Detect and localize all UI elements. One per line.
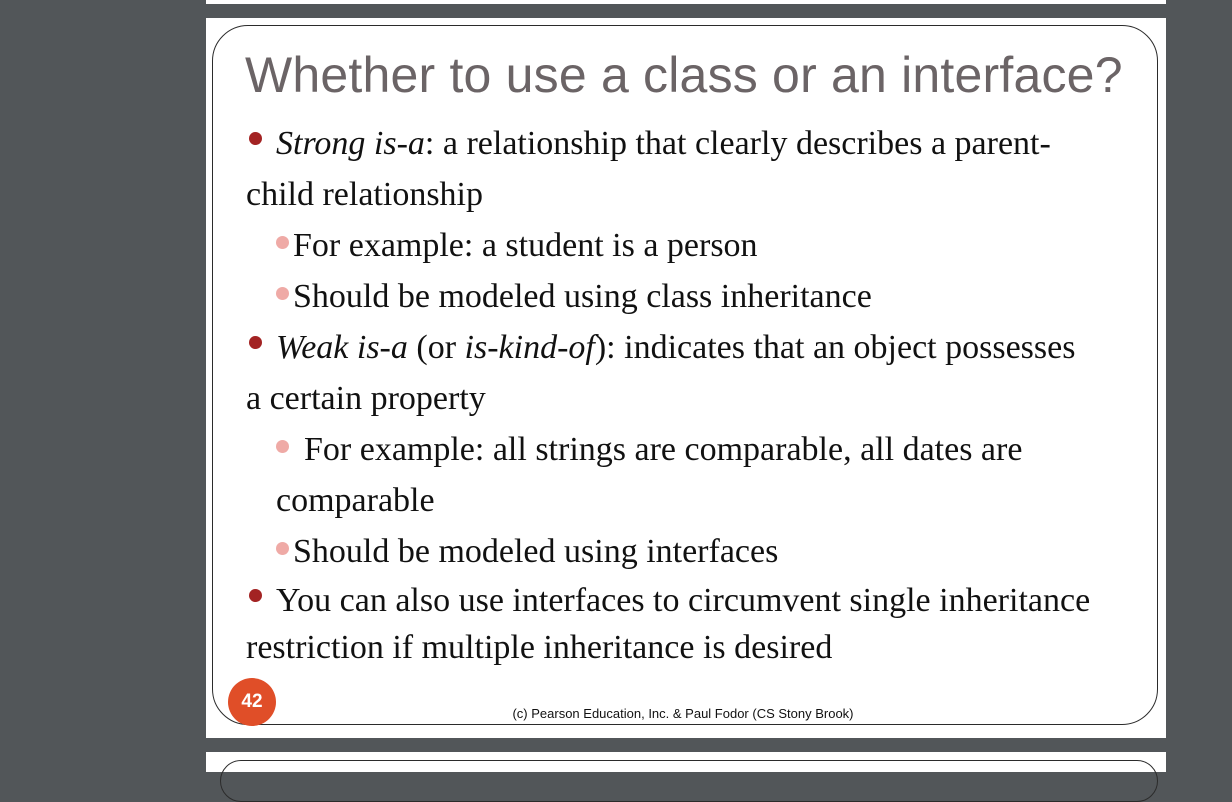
bullet-text: child relationship: [246, 176, 484, 213]
sub-bullet: For example: all strings are comparable,…: [246, 424, 1151, 526]
bullet-dot-icon: [249, 588, 262, 602]
sub-bullet-text: For example: a student is a person: [293, 227, 758, 264]
previous-page: [206, 0, 1166, 4]
slide-page: Whether to use a class or an interface? …: [206, 18, 1166, 738]
term-strong-is-a: Strong is-a: [276, 125, 425, 162]
bullet-text: (or: [407, 329, 465, 366]
bullet-text: You can also use interfaces to circumven…: [276, 582, 1091, 619]
sub-bullet-text: Should be modeled using interfaces: [293, 533, 779, 570]
sub-bullet-dot-icon: [276, 439, 289, 453]
next-page: [206, 752, 1166, 802]
sub-bullet-text: comparable: [276, 482, 435, 519]
slide-title: Whether to use a class or an interface?: [245, 47, 1123, 103]
slide-frame: Whether to use a class or an interface? …: [212, 25, 1158, 726]
bullet-text: ): indicates that an object possesses: [594, 329, 1076, 366]
term-weak-is-a: Weak is-a: [276, 329, 408, 366]
bullet-text: : a relationship that clearly describes …: [424, 125, 1051, 162]
sub-bullet-dot-icon: [276, 541, 289, 555]
term-is-kind-of: is-kind-of: [464, 329, 595, 366]
bullet-text: restriction if multiple inheritance is d…: [246, 629, 833, 666]
bullet-strong-is-a: Strong is-a: a relationship that clearly…: [246, 118, 1151, 220]
bullet-text: a certain property: [246, 380, 486, 417]
sub-bullet-dot-icon: [276, 235, 289, 249]
slide-content: Strong is-a: a relationship that clearly…: [246, 118, 1151, 671]
bullet-dot-icon: [249, 131, 262, 145]
sub-bullet: Should be modeled using class inheritanc…: [246, 271, 1151, 322]
next-slide-frame: [220, 760, 1158, 802]
sub-bullet: For example: a student is a person: [246, 220, 1151, 271]
sub-bullet-dot-icon: [276, 286, 289, 300]
bullet-weak-is-a: Weak is-a (or is-kind-of): indicates tha…: [246, 322, 1151, 424]
sub-bullet: Should be modeled using interfaces: [246, 526, 1151, 577]
copyright-footer: (c) Pearson Education, Inc. & Paul Fodor…: [512, 706, 854, 721]
sub-bullet-text: For example: all strings are comparable,…: [304, 431, 1023, 468]
bullet-multiple-inheritance: You can also use interfaces to circumven…: [246, 577, 1151, 671]
bullet-dot-icon: [249, 335, 262, 349]
sub-bullet-text: Should be modeled using class inheritanc…: [293, 278, 872, 315]
